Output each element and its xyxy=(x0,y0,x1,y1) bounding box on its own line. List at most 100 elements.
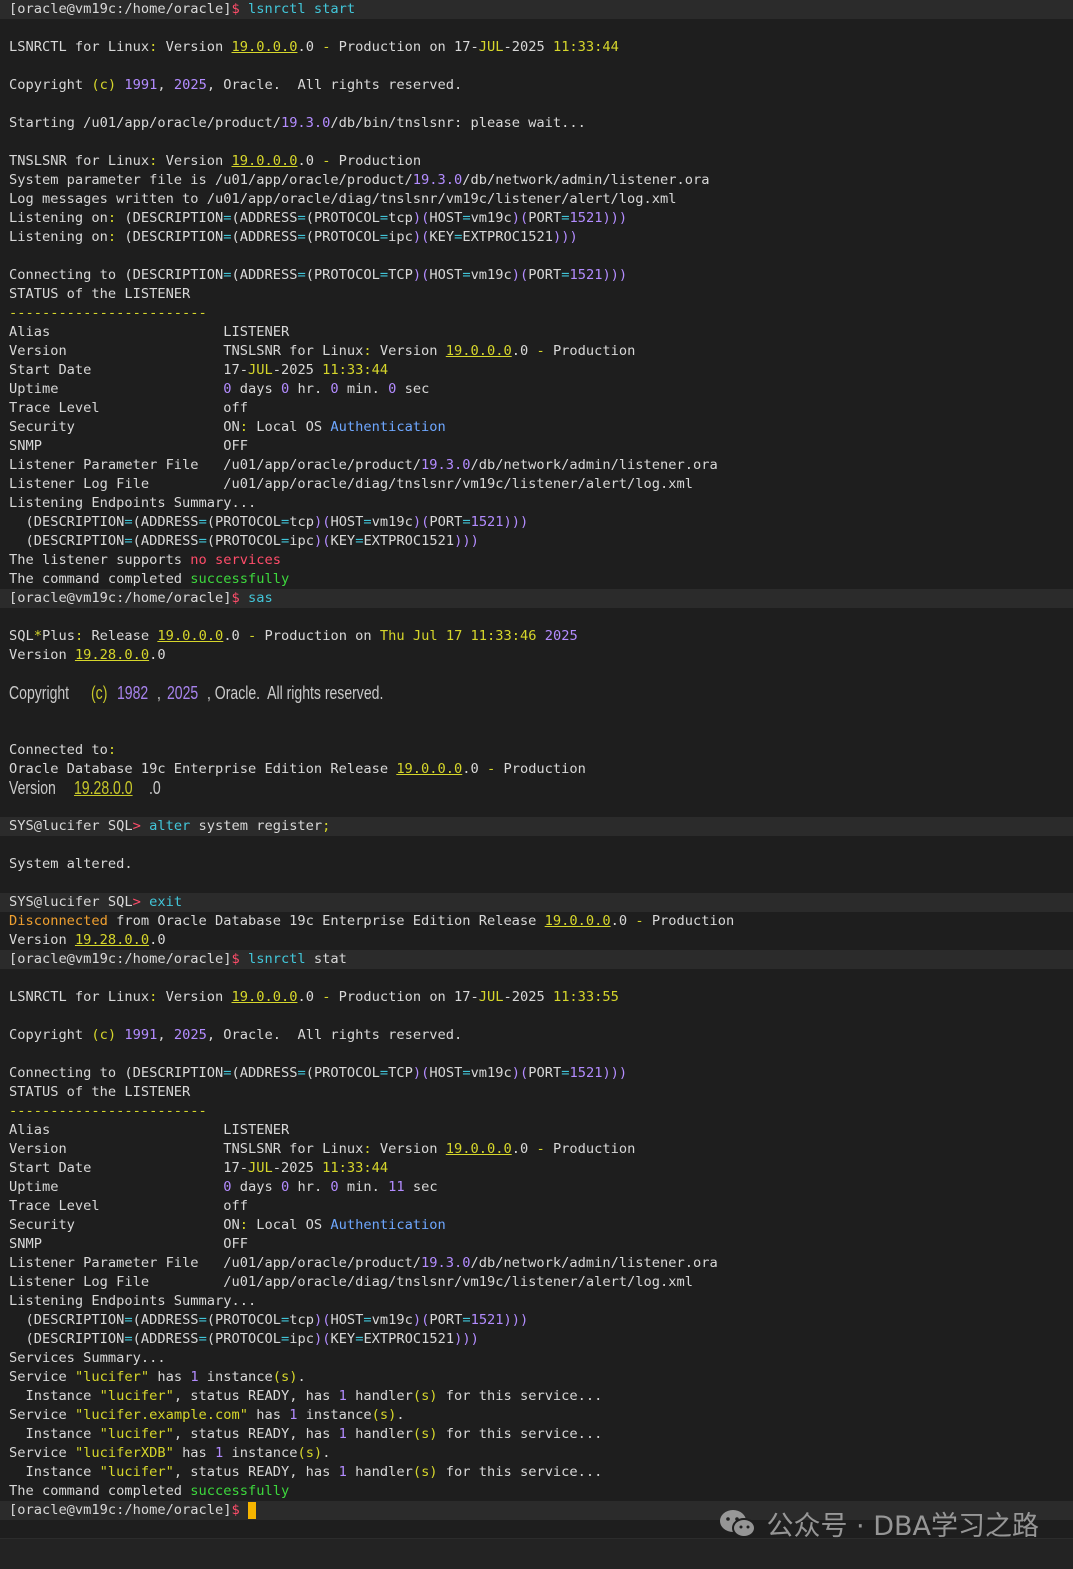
text-segment: JUL xyxy=(247,1160,273,1176)
output-line: Instance "lucifer", status READY, has 1 … xyxy=(0,1425,1073,1444)
output-line: Alias LISTENER xyxy=(0,323,1073,342)
text-segment: )( xyxy=(412,267,430,283)
text-segment: [oracle@vm19c:/home/oracle] xyxy=(9,1502,232,1518)
text-segment: ipc xyxy=(289,1331,314,1347)
output-line: Listener Parameter File /u01/app/oracle/… xyxy=(0,1254,1073,1273)
text-segment: 1521 xyxy=(470,1312,504,1328)
text-segment: - xyxy=(635,913,652,929)
text-segment: = xyxy=(124,533,133,549)
text-segment: = xyxy=(379,1065,389,1081)
output-line: Disconnected from Oracle Database 19c En… xyxy=(0,912,1073,931)
text-segment: PORT xyxy=(429,1312,463,1328)
text-segment: = xyxy=(297,229,306,245)
text-segment: (ADDRESS xyxy=(231,210,298,226)
text-segment: Copyright xyxy=(9,683,73,703)
text-segment: Security ON xyxy=(9,419,240,435)
text-segment: Uptime xyxy=(9,1179,224,1195)
text-segment: Production xyxy=(552,1141,636,1157)
text-segment: Listening on xyxy=(9,210,108,226)
command-line: SYS@lucifer SQL> alter system register; xyxy=(0,817,1073,836)
text-segment: (ADDRESS xyxy=(132,1331,199,1347)
text-segment: 1 xyxy=(190,1369,199,1385)
text-segment: - xyxy=(486,761,504,777)
text-segment: , Oracle. All rights reserved. xyxy=(207,683,384,703)
text-segment: (ADDRESS xyxy=(132,533,199,549)
text-segment: vm19c xyxy=(470,210,512,226)
text-segment: vm19c xyxy=(371,1312,413,1328)
text-segment: .0 xyxy=(610,913,636,929)
text-segment: [oracle@vm19c:/home/oracle] xyxy=(9,951,232,967)
text-segment: Version xyxy=(165,153,232,169)
text-segment: Disconnected xyxy=(9,913,108,929)
text-segment: (PROTOCOL xyxy=(206,1312,281,1328)
output-line: Listening on: (DESCRIPTION=(ADDRESS=(PRO… xyxy=(0,228,1073,247)
output-line: The command completed successfully xyxy=(0,570,1073,589)
text-segment: STATUS of the LISTENER xyxy=(9,1084,191,1100)
text-segment: Service xyxy=(9,1407,75,1423)
text-segment: = xyxy=(462,210,471,226)
output-line: Instance "lucifer", status READY, has 1 … xyxy=(0,1387,1073,1406)
text-segment: 2025 xyxy=(167,683,199,703)
text-segment: /db/network/admin/listener.ora xyxy=(470,1255,718,1271)
text-segment: 1521 xyxy=(569,210,603,226)
text-segment: Alias LISTENER xyxy=(9,1122,290,1138)
text-segment: 1521 xyxy=(569,1065,603,1081)
text-segment: Oracle Database 19c Enterprise Edition R… xyxy=(9,761,397,777)
text-segment: LSNRCTL for Linux xyxy=(9,39,150,55)
text-segment: = xyxy=(297,1065,306,1081)
output-line: STATUS of the LISTENER xyxy=(0,1083,1073,1102)
text-segment: 19.0.0.0 xyxy=(231,989,298,1005)
text-segment: TNSLSNR for Linux xyxy=(9,153,150,169)
text-segment: SQL xyxy=(9,628,34,644)
text-segment: - xyxy=(536,1141,553,1157)
text-segment: TCP xyxy=(388,1065,413,1081)
text-segment: )( xyxy=(412,514,430,530)
text-segment: , status READY, has xyxy=(173,1388,339,1404)
text-segment xyxy=(112,684,116,703)
text-segment: 19.28.0.0 xyxy=(74,778,133,798)
text-segment: .0 xyxy=(149,647,166,663)
output-line: Service "luciferXDB" has 1 instance(s). xyxy=(0,1444,1073,1463)
text-segment: no services xyxy=(190,552,281,568)
text-segment: JUL xyxy=(478,39,504,55)
text-segment: Copyright xyxy=(9,1027,92,1043)
text-segment: min. xyxy=(338,1179,389,1195)
text-segment: 19.0.0.0 xyxy=(231,153,298,169)
text-segment: hr. xyxy=(289,381,331,397)
output-line: ------------------------ xyxy=(0,1102,1073,1121)
text-segment: 0 xyxy=(330,381,339,397)
output-line: Alias LISTENER xyxy=(0,1121,1073,1140)
text-segment: /db/network/admin/listener.ora xyxy=(470,457,718,473)
text-segment: = xyxy=(462,1065,471,1081)
text-segment: = xyxy=(198,533,207,549)
text-segment: )( xyxy=(412,229,430,245)
text-segment: = xyxy=(280,1331,290,1347)
text-segment: : xyxy=(239,419,257,435)
text-segment: tcp xyxy=(289,514,314,530)
text-segment: 19.3.0 xyxy=(280,115,331,131)
text-segment: : xyxy=(107,742,117,758)
text-segment: sas xyxy=(247,590,273,606)
text-segment: Instance xyxy=(9,1426,100,1442)
text-segment: tcp xyxy=(289,1312,314,1328)
text-segment: "lucifer" xyxy=(74,1369,150,1385)
text-segment: .0 xyxy=(149,932,166,948)
text-cursor[interactable] xyxy=(247,1501,256,1519)
terminal-output: [oracle@vm19c:/home/oracle]$ lsnrctl sta… xyxy=(0,0,1073,1520)
text-segment: (PROTOCOL xyxy=(305,267,380,283)
text-segment: )( xyxy=(412,210,430,226)
text-segment: Copyright xyxy=(9,77,92,93)
output-line: SNMP OFF xyxy=(0,437,1073,456)
terminal-window[interactable]: [oracle@vm19c:/home/oracle]$ lsnrctl sta… xyxy=(0,0,1073,1569)
text-segment: = xyxy=(297,267,306,283)
output-line: Instance "lucifer", status READY, has 1 … xyxy=(0,1463,1073,1482)
text-segment: - xyxy=(322,989,339,1005)
text-segment: Listening Endpoints Summary... xyxy=(9,1293,257,1309)
text-segment: Connecting to xyxy=(9,1065,125,1081)
text-segment: successfully xyxy=(190,1483,290,1499)
text-segment: Log messages written to /u01/app/oracle/… xyxy=(9,191,677,207)
text-segment: = xyxy=(462,514,471,530)
